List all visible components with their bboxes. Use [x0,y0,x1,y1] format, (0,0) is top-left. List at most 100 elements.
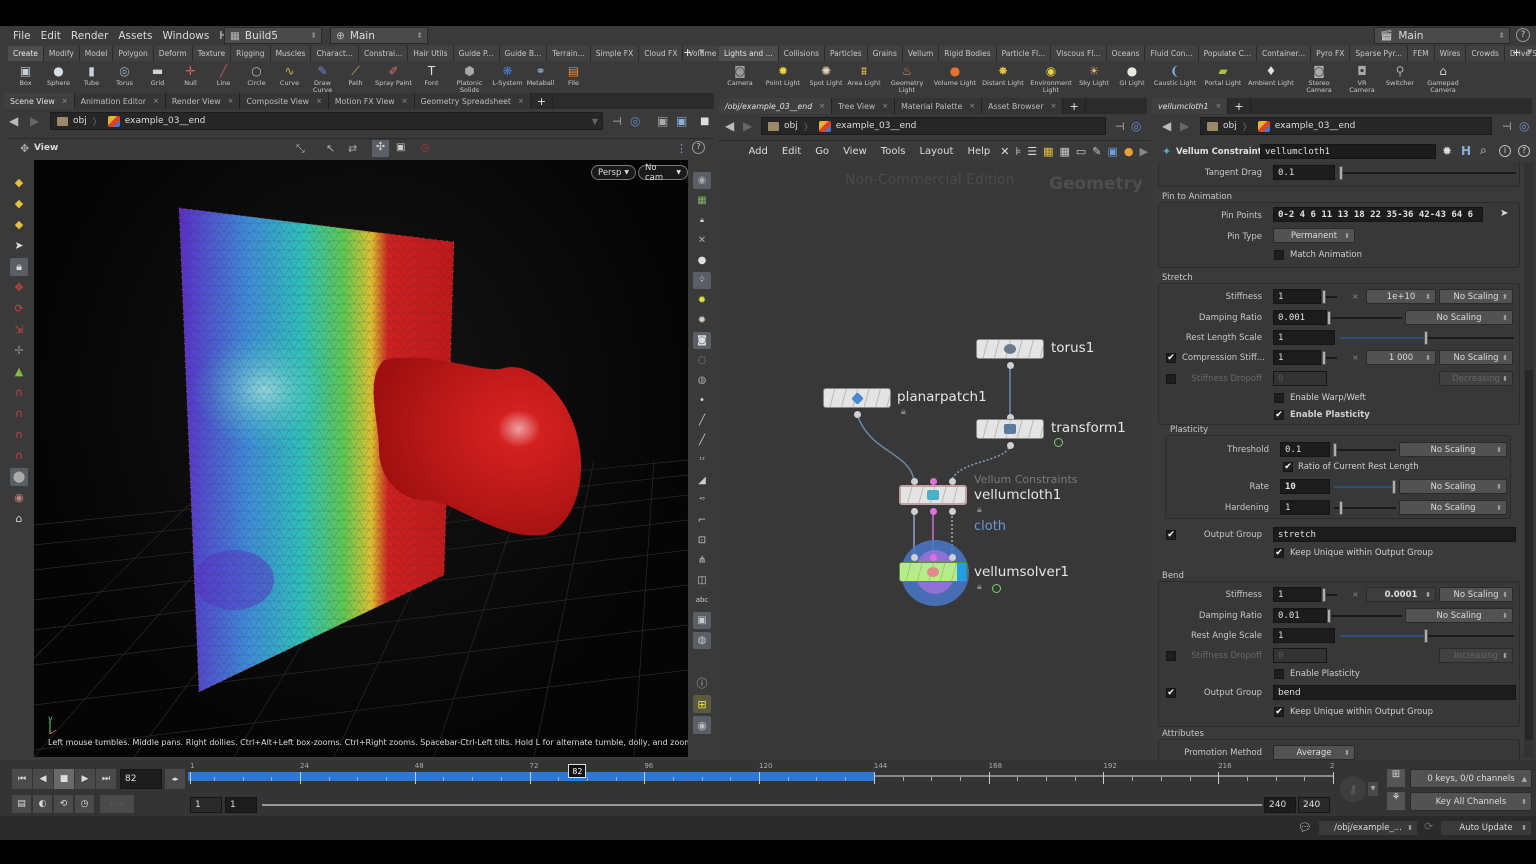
pin-points-field[interactable]: 0-2 4 6 11 13 18 22 35-36 42-43 64 6 [1273,207,1483,222]
net-back-icon[interactable]: ◀ [725,119,734,133]
lock-icon[interactable]: 🔒︎ [10,257,28,276]
pin-type-menu[interactable]: Permanent ⬍ [1273,228,1355,243]
tool-point-light[interactable]: ✹ Point Light [760,63,806,87]
wrench-icon[interactable]: ✕ [997,145,1012,158]
scene-path-field[interactable]: obj 〉 example_03__end ▼ [50,112,603,130]
text-icon[interactable]: abc [693,592,711,609]
bend-stiffness-field[interactable]: 1 [1273,587,1321,602]
add-tab-icon[interactable]: + [531,93,554,109]
rest-length-slider[interactable] [1426,337,1514,339]
shelf-tab-grains[interactable]: Grains [867,46,903,61]
net-menu-add[interactable]: Add [741,146,774,157]
match-animation-checkbox[interactable] [1274,250,1284,260]
shelf-tab-model[interactable]: Model [79,46,114,61]
vellumcloth-output-2[interactable] [930,508,937,515]
range-end2-field[interactable]: 240 [1298,797,1330,813]
shelf-tab-simple-fx[interactable]: Simple FX [590,46,640,61]
shelf-tab-crowds[interactable]: Crowds [1466,46,1505,61]
net-menu-edit[interactable]: Edit [775,146,808,157]
hardening-scaling[interactable]: No Scaling ⬍ [1399,500,1507,515]
auto-key-menu[interactable]: ▼ [1368,782,1378,796]
camera-view-icon[interactable]: ◉ [693,171,711,189]
view-label[interactable]: View [34,143,58,153]
back-arrow-icon[interactable]: ◀ [9,114,18,128]
rate-field[interactable]: 10 [1280,479,1330,494]
channel-list-icon[interactable]: ⊞ [1387,769,1405,787]
tool-geometry-light[interactable]: ♨ Geometry Light [884,63,930,94]
bend-stiffness-handle[interactable] [1322,588,1326,602]
tree-icon[interactable]: ⊧ [1012,145,1024,158]
stretch-dropoff-mode[interactable]: Decreasing ⬍ [1439,371,1513,386]
light-icon[interactable]: 💡︎ [693,271,711,289]
tab-scene-view[interactable]: Scene View × [4,93,75,109]
compression-handle[interactable] [1322,351,1326,365]
tool-camera[interactable]: ◙ Camera [722,63,758,87]
shelf-tab-viscous-fl[interactable]: Viscous Fl... [1051,46,1107,61]
bend-damping-slider[interactable] [1329,615,1402,617]
net-menu-go[interactable]: Go [808,146,836,157]
bend-damping-field[interactable]: 0.01 [1273,608,1327,623]
tool-null[interactable]: ✛ Null [175,63,206,87]
persp-menu-button[interactable]: Persp ▼ [591,165,636,180]
tool-line[interactable]: ╱ Line [208,63,239,87]
shelf-tab-lights-and[interactable]: Lights and ... [719,46,779,61]
search-icon[interactable]: ⌕ [1480,143,1487,158]
refresh-icon[interactable]: ⟳ [1424,820,1433,833]
keys-channels-menu[interactable]: 0 keys, 0/0 channels ▲ [1410,769,1532,788]
grid-view-icon[interactable]: ▦ [1040,145,1056,158]
promotion-method-menu[interactable]: Average ⬍ [1273,745,1355,760]
range-start-field[interactable]: 1 [190,797,222,813]
tab-obj-example-03-end[interactable]: /obj/example_03__end × [719,98,833,114]
shelf-tab-charact[interactable]: Charact... [311,46,359,61]
audio-icon[interactable]: ◐ [33,795,52,813]
tool-vr-camera[interactable]: ◘ VR Camera [1344,63,1380,94]
shelf-tab-polygon[interactable]: Polygon [113,46,154,61]
vellumcloth-output-3[interactable] [949,508,956,515]
stretch-damping-scaling[interactable]: No Scaling ⬍ [1405,310,1513,325]
node-vellumsolver1[interactable] [899,562,967,582]
stop-button[interactable]: ■ [54,769,74,789]
render-region-icon[interactable]: ◉ [10,489,28,507]
tangent-drag-handle[interactable] [1339,166,1343,180]
shelf-tab-hair-utils[interactable]: Hair Utils [408,46,454,61]
context-select[interactable]: ⊕ Main ⬍ [330,27,428,44]
close-tab-icon[interactable]: × [518,97,524,105]
range-end-field[interactable]: 240 [1264,797,1296,813]
loop-icon[interactable]: ⟲ [54,795,73,813]
shelf-tab-vellum[interactable]: Vellum [902,46,940,61]
shelf-tab-sparse-pyr[interactable]: Sparse Pyr... [1350,46,1409,61]
close-tab-icon[interactable]: × [819,102,825,110]
vellumsolver-flag-icon[interactable] [992,584,1001,593]
auto-key-icon[interactable]: ⚷ [1340,776,1366,802]
template-flag-icon[interactable] [1054,438,1063,447]
rest-length-handle[interactable] [1424,331,1428,345]
jump-start-button[interactable]: ⏮︎ [12,769,32,789]
range-slider[interactable] [262,804,1262,806]
add-tab-icon[interactable]: + [1228,98,1251,114]
tool-sphere[interactable]: ● Sphere [43,63,74,87]
vellumsolver-input-3[interactable] [949,554,956,561]
view-help-icon[interactable]: ? [692,141,705,154]
add-tab-icon[interactable]: + [1063,98,1086,114]
select-arrow-icon[interactable]: ➤ [1500,208,1508,219]
bend-damping-scaling[interactable]: No Scaling ⬍ [1405,608,1513,623]
tab-geometry-spreadsheet[interactable]: Geometry Spreadsheet × [414,93,531,109]
background-icon[interactable]: ▣ [693,611,711,629]
link-icon[interactable]: ◎ [630,114,640,128]
net-menu-view[interactable]: View [836,146,874,157]
tab-animation-editor[interactable]: Animation Editor × [74,93,166,109]
lock-camera-icon[interactable]: 🔒︎ [693,212,711,229]
lamp-icon[interactable]: ⌂ [10,510,28,528]
shelf-menu-icon[interactable]: ▼ [699,48,704,56]
tool-gamepad-camera[interactable]: ⌂ Gamepad Camera [1420,63,1466,94]
stretch-damping-field[interactable]: 0.001 [1273,310,1327,325]
pin-icon[interactable]: ⊣ [612,115,622,128]
tool-metaball[interactable]: ⚭ Metaball [525,63,556,87]
more-icon[interactable]: ▶ [1137,145,1151,158]
light-bulb-icon[interactable]: ✹ [693,312,711,329]
rest-length-field[interactable]: 1 [1273,330,1335,345]
tool-ambient-light[interactable]: ♦ Ambient Light [1248,63,1294,87]
tool-sky-light[interactable]: ☀ Sky Light [1076,63,1112,87]
ratio-rest-length-checkbox[interactable]: ✔ [1283,462,1293,472]
snapping-icon[interactable]: ⇄ [348,142,357,155]
